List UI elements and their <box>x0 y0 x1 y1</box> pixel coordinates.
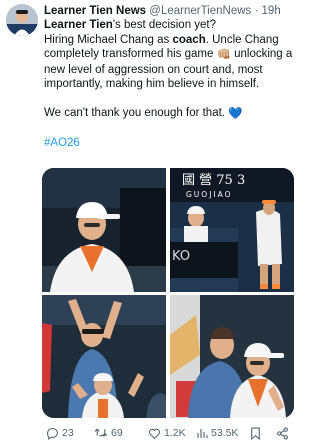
mention-name: Learner Tien <box>44 19 113 31</box>
repost-count: 69 <box>111 427 123 439</box>
board-text: KO <box>172 249 190 264</box>
tweet-header: Learner Tien News @LearnerTienNews · 19h <box>44 3 296 19</box>
photo-2-image: 國 營 75 3 GUOJIAO KO <box>170 168 294 292</box>
tweet-timestamp[interactable]: 19h <box>262 5 281 17</box>
views-button[interactable]: 53.5K <box>196 424 238 442</box>
tweet-paragraph-1: Learner Tien's best decision yet? <box>44 18 294 33</box>
author-name[interactable]: Learner Tien News <box>44 5 146 17</box>
media-grid: 國 營 75 3 GUOJIAO KO <box>42 168 294 418</box>
sign-text: 國 營 75 3 <box>182 173 245 188</box>
views-chart-icon <box>197 429 208 438</box>
tweet-text-segment: We can't thank you enough for that. <box>44 106 229 119</box>
reply-icon <box>47 427 58 440</box>
heart-icon <box>148 428 161 439</box>
share-button[interactable] <box>276 424 289 442</box>
avatar[interactable] <box>6 4 38 36</box>
reply-count: 23 <box>62 427 74 439</box>
photo-3[interactable] <box>42 295 166 418</box>
photo-1-image <box>42 168 166 292</box>
sign-subtext: GUOJIAO <box>186 190 233 199</box>
bookmark-button[interactable] <box>250 424 261 442</box>
separator-dot: · <box>254 5 259 17</box>
fist-emoji-icon: 👊🏼 <box>216 49 231 62</box>
tweet-text-segment: Hiring Michael Chang as <box>44 33 173 46</box>
repost-icon <box>94 427 108 436</box>
repost-button[interactable]: 69 <box>94 424 123 442</box>
share-icon <box>277 427 288 439</box>
reply-button[interactable]: 23 <box>46 424 74 442</box>
avatar-photo <box>6 4 38 36</box>
hashtag-link[interactable]: #AO26 <box>44 136 294 151</box>
like-count: 1.2K <box>164 427 186 439</box>
photo-3-image <box>42 295 166 418</box>
bookmark-icon <box>251 427 260 440</box>
tweet-text-segment: 's best decision yet? <box>112 19 217 31</box>
like-button[interactable]: 1.2K <box>148 424 186 442</box>
photo-2[interactable]: 國 營 75 3 GUOJIAO KO <box>170 168 294 292</box>
blue-heart-emoji-icon: 💙 <box>228 107 243 120</box>
bold-word: coach <box>172 33 206 46</box>
action-bar: 23 69 1.2K 53.5K <box>44 424 296 442</box>
photo-4[interactable] <box>170 295 294 418</box>
author-handle[interactable]: @LearnerTienNews <box>149 5 251 17</box>
tweet-paragraph-2: Hiring Michael Chang as coach. Uncle Cha… <box>44 33 294 92</box>
tweet-paragraph-3: We can't thank you enough for that. 💙 <box>44 106 294 122</box>
photo-1[interactable] <box>42 168 166 292</box>
tweet-text: Learner Tien's best decision yet? Hiring… <box>44 18 294 150</box>
views-count: 53.5K <box>211 427 239 439</box>
photo-4-image <box>170 295 294 418</box>
